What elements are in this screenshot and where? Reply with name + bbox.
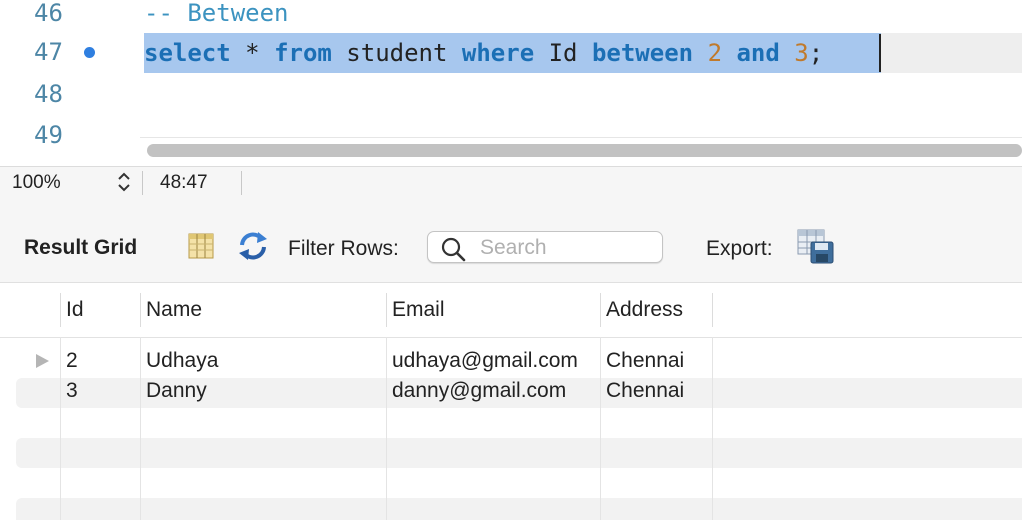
export-table-icon[interactable] bbox=[797, 229, 835, 265]
row-stripe bbox=[16, 498, 1022, 520]
cell-address[interactable]: Chennai bbox=[606, 379, 684, 403]
code-line[interactable]: -- Between bbox=[144, 0, 289, 27]
search-icon bbox=[440, 236, 466, 262]
gutter-line: 46 bbox=[0, 0, 140, 33]
gutter-line: 49 bbox=[0, 116, 140, 157]
code-token: student bbox=[331, 39, 462, 67]
current-line-highlight bbox=[881, 33, 1022, 73]
cell-name[interactable]: Udhaya bbox=[146, 349, 218, 373]
zoom-level[interactable]: 100% bbox=[12, 172, 61, 194]
cell-email[interactable]: udhaya@gmail.com bbox=[392, 349, 578, 373]
cell-address[interactable]: Chennai bbox=[606, 349, 684, 373]
result-grid[interactable]: Id Name Email Address 2 Udhaya udhaya@gm… bbox=[0, 283, 1022, 520]
breakpoint-dot-icon[interactable] bbox=[84, 47, 95, 58]
cell-name[interactable]: Danny bbox=[146, 379, 207, 403]
column-divider[interactable] bbox=[140, 293, 141, 327]
column-divider[interactable] bbox=[712, 293, 713, 327]
code-token: 3 bbox=[794, 39, 809, 67]
column-header-email[interactable]: Email bbox=[392, 298, 445, 322]
cell-id[interactable]: 2 bbox=[66, 349, 78, 373]
editor-status-bar: 100% 48:47 bbox=[0, 166, 1022, 198]
code-token: * bbox=[245, 39, 260, 67]
result-grid-label[interactable]: Result Grid bbox=[24, 236, 137, 260]
row-stripe bbox=[16, 438, 1022, 468]
scroll-track bbox=[140, 137, 1022, 138]
line-number: 46 bbox=[34, 0, 63, 27]
sql-editor[interactable]: 46 -- Between 47 select * from student w… bbox=[0, 0, 1022, 166]
code-token: Id bbox=[534, 39, 592, 67]
gutter-line: 48 bbox=[0, 74, 140, 115]
filter-rows-label: Filter Rows: bbox=[288, 237, 399, 260]
code-line[interactable]: select * from student where Id between 2… bbox=[144, 39, 823, 67]
cell-id[interactable]: 3 bbox=[66, 379, 78, 403]
column-divider[interactable] bbox=[386, 293, 387, 327]
column-header-address[interactable]: Address bbox=[606, 298, 683, 322]
status-divider bbox=[142, 171, 143, 195]
code-token: 2 bbox=[707, 39, 723, 67]
code-token: from bbox=[274, 39, 332, 67]
column-header-name[interactable]: Name bbox=[146, 298, 202, 322]
horizontal-scrollbar[interactable] bbox=[147, 144, 1022, 157]
export-label: Export: bbox=[706, 237, 773, 260]
code-token: where bbox=[461, 39, 535, 67]
column-divider[interactable] bbox=[60, 293, 61, 327]
table-row[interactable]: 2 Udhaya udhaya@gmail.com Chennai bbox=[0, 346, 1022, 376]
column-divider[interactable] bbox=[600, 293, 601, 327]
status-divider bbox=[241, 171, 242, 195]
search-input[interactable] bbox=[480, 236, 655, 260]
result-toolbar: Result Grid Filter Rows: Export: bbox=[0, 197, 1022, 283]
text-caret bbox=[879, 34, 881, 72]
code-token: select bbox=[144, 39, 231, 67]
grid-columns-icon[interactable] bbox=[188, 233, 214, 259]
grid-header: Id Name Email Address bbox=[0, 283, 1022, 338]
search-box[interactable] bbox=[427, 231, 663, 263]
zoom-stepper-icon[interactable] bbox=[114, 169, 134, 195]
line-number: 47 bbox=[34, 38, 63, 66]
code-token: between bbox=[591, 39, 694, 67]
column-header-id[interactable]: Id bbox=[66, 298, 84, 322]
line-number: 48 bbox=[34, 80, 63, 108]
line-number: 49 bbox=[34, 121, 63, 149]
cursor-position: 48:47 bbox=[160, 172, 208, 193]
code-token: ; bbox=[808, 39, 824, 67]
refresh-icon[interactable] bbox=[236, 230, 270, 262]
gutter-line: 47 bbox=[0, 33, 140, 74]
current-row-arrow-icon bbox=[36, 354, 49, 368]
code-token: -- Between bbox=[144, 0, 289, 27]
cell-email[interactable]: danny@gmail.com bbox=[392, 379, 566, 403]
code-token: and bbox=[736, 39, 780, 67]
table-row[interactable]: 3 Danny danny@gmail.com Chennai bbox=[0, 376, 1022, 406]
